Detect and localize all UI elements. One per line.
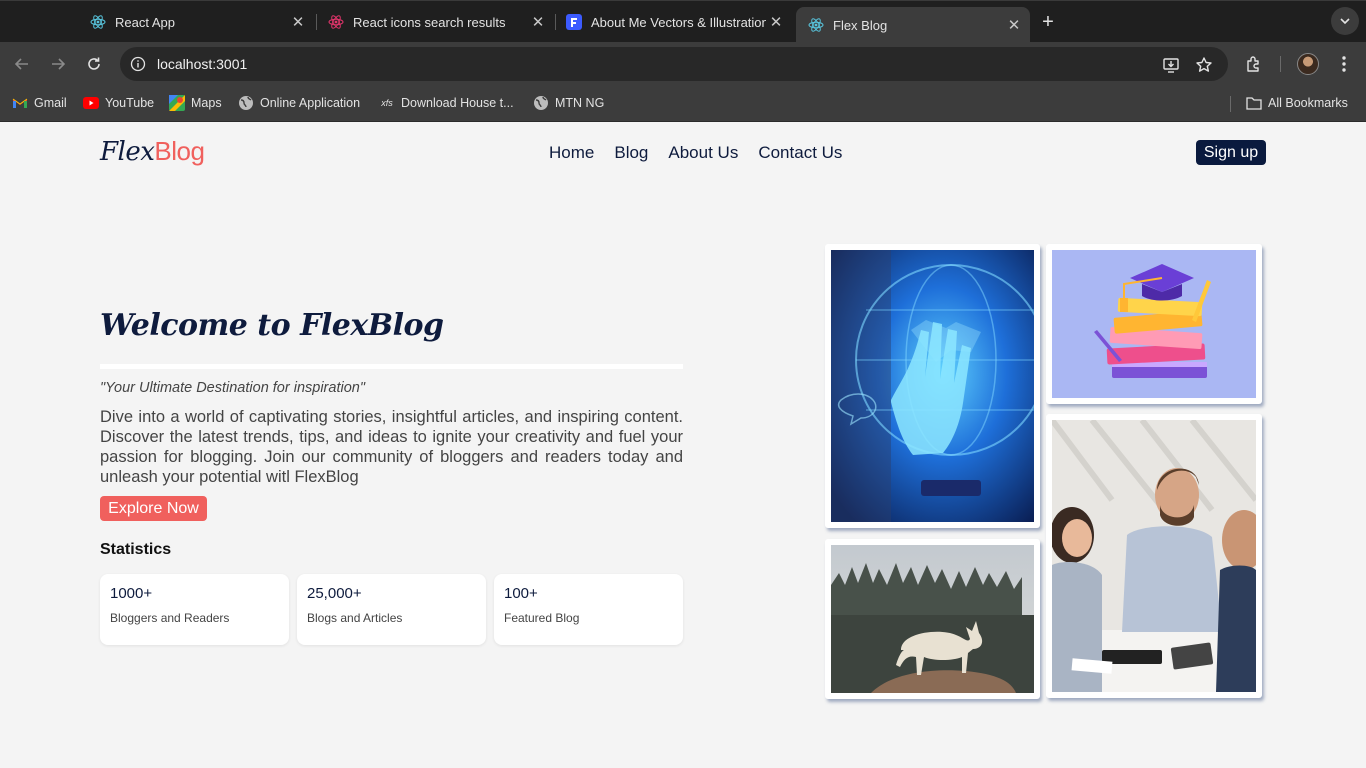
digital-hand-photo bbox=[825, 244, 1040, 528]
youtube-icon bbox=[83, 95, 99, 111]
bookmark-star-icon[interactable] bbox=[1194, 55, 1214, 75]
tab-title: Flex Blog bbox=[833, 17, 888, 33]
forward-icon[interactable] bbox=[46, 52, 70, 76]
react-icons-icon bbox=[328, 14, 344, 30]
profile-avatar[interactable] bbox=[1297, 53, 1319, 75]
hero-title: Welcome to FlexBlog bbox=[100, 308, 444, 343]
nav-contact-us[interactable]: Contact Us bbox=[758, 143, 842, 163]
react-icon bbox=[90, 14, 106, 30]
logo-text-blog: Blog bbox=[154, 136, 205, 166]
bookmark-download-house[interactable]: xfs Download House t... bbox=[379, 95, 514, 111]
bookmark-label: YouTube bbox=[105, 96, 155, 110]
stat-value: 25,000+ bbox=[307, 585, 362, 602]
stat-value: 1000+ bbox=[110, 585, 153, 602]
site-logo[interactable]: FlexBlog bbox=[100, 136, 205, 167]
bookmark-label: Download House t... bbox=[401, 96, 514, 110]
nav-blog[interactable]: Blog bbox=[614, 143, 648, 163]
gmail-icon bbox=[12, 95, 28, 111]
react-icon bbox=[808, 17, 824, 33]
stat-label: Blogs and Articles bbox=[307, 611, 403, 625]
bookmark-online-application[interactable]: Online Application bbox=[238, 95, 360, 111]
globe-icon bbox=[533, 95, 549, 111]
stat-label: Featured Blog bbox=[504, 611, 580, 625]
bookmark-maps[interactable]: Maps bbox=[169, 95, 222, 111]
bookmark-youtube[interactable]: YouTube bbox=[83, 95, 154, 111]
close-tab-icon[interactable]: ✕ bbox=[528, 12, 548, 32]
nav-about-us[interactable]: About Us bbox=[668, 143, 738, 163]
folder-icon bbox=[1246, 95, 1262, 111]
tab-strip: React App ✕ React icons search results ✕… bbox=[0, 0, 1366, 43]
bookmark-label: Online Application bbox=[260, 96, 361, 110]
main-nav: Home Blog About Us Contact Us bbox=[549, 143, 842, 163]
browser-toolbar: localhost:3001 bbox=[0, 42, 1366, 86]
tab-title: React App bbox=[115, 14, 175, 30]
reload-icon[interactable] bbox=[82, 52, 106, 76]
bookmark-gmail[interactable]: Gmail bbox=[12, 95, 67, 111]
bookmark-label: MTN NG bbox=[555, 96, 605, 110]
url-text: localhost:3001 bbox=[157, 56, 248, 72]
stat-card: 1000+ Bloggers and Readers bbox=[100, 574, 289, 645]
hero-description: Dive into a world of captivating stories… bbox=[100, 408, 683, 486]
tab-react-app[interactable]: React App ✕ bbox=[78, 7, 314, 37]
graduation-books-photo bbox=[1046, 244, 1262, 404]
bookmark-mtn-ng[interactable]: MTN NG bbox=[533, 95, 604, 111]
close-tab-icon[interactable]: ✕ bbox=[1004, 15, 1024, 35]
tab-title: React icons search results bbox=[353, 14, 506, 30]
browser-menu-icon[interactable] bbox=[1332, 52, 1356, 76]
extensions-icon[interactable] bbox=[1242, 52, 1266, 76]
stat-card: 25,000+ Blogs and Articles bbox=[297, 574, 486, 645]
xfs-icon: xfs bbox=[381, 98, 393, 108]
tab-about-me-vectors[interactable]: About Me Vectors & Illustrations ✕ bbox=[554, 7, 792, 37]
tab-flex-blog[interactable]: Flex Blog ✕ bbox=[796, 7, 1030, 43]
install-app-icon[interactable] bbox=[1161, 55, 1181, 75]
tab-search-icon[interactable] bbox=[1331, 7, 1359, 35]
freepik-icon bbox=[566, 14, 582, 30]
site-info-icon[interactable] bbox=[128, 54, 148, 74]
explore-now-button[interactable]: Explore Now bbox=[100, 496, 207, 521]
bookmarks-bar: Gmail YouTube Maps Online Application xf… bbox=[0, 86, 1366, 122]
statistics-heading: Statistics bbox=[100, 541, 172, 558]
close-tab-icon[interactable]: ✕ bbox=[766, 12, 786, 32]
web-page: FlexBlog Home Blog About Us Contact Us S… bbox=[0, 122, 1366, 768]
hero-tagline: "Your Ultimate Destination for inspirati… bbox=[100, 380, 365, 396]
all-bookmarks[interactable]: All Bookmarks bbox=[1246, 95, 1348, 111]
all-bookmarks-label: All Bookmarks bbox=[1268, 96, 1348, 110]
signup-button[interactable]: Sign up bbox=[1196, 140, 1266, 165]
bookmark-label: Maps bbox=[191, 96, 222, 110]
nav-home[interactable]: Home bbox=[549, 143, 594, 163]
address-bar[interactable]: localhost:3001 bbox=[120, 47, 1228, 81]
hero-divider bbox=[100, 364, 683, 369]
tab-react-icons[interactable]: React icons search results ✕ bbox=[316, 7, 554, 37]
stat-card: 100+ Featured Blog bbox=[494, 574, 683, 645]
close-tab-icon[interactable]: ✕ bbox=[288, 12, 308, 32]
globe-icon bbox=[238, 95, 254, 111]
stat-label: Bloggers and Readers bbox=[110, 611, 230, 625]
back-icon[interactable] bbox=[10, 52, 34, 76]
wolf-photo bbox=[825, 539, 1040, 699]
tab-title: About Me Vectors & Illustrations bbox=[591, 14, 766, 30]
new-tab-icon[interactable]: + bbox=[1036, 10, 1060, 34]
stat-value: 100+ bbox=[504, 585, 538, 602]
team-meeting-photo bbox=[1046, 414, 1262, 698]
logo-text-flex: Flex bbox=[100, 137, 155, 167]
bookmark-label: Gmail bbox=[34, 96, 67, 110]
maps-icon bbox=[169, 95, 185, 111]
